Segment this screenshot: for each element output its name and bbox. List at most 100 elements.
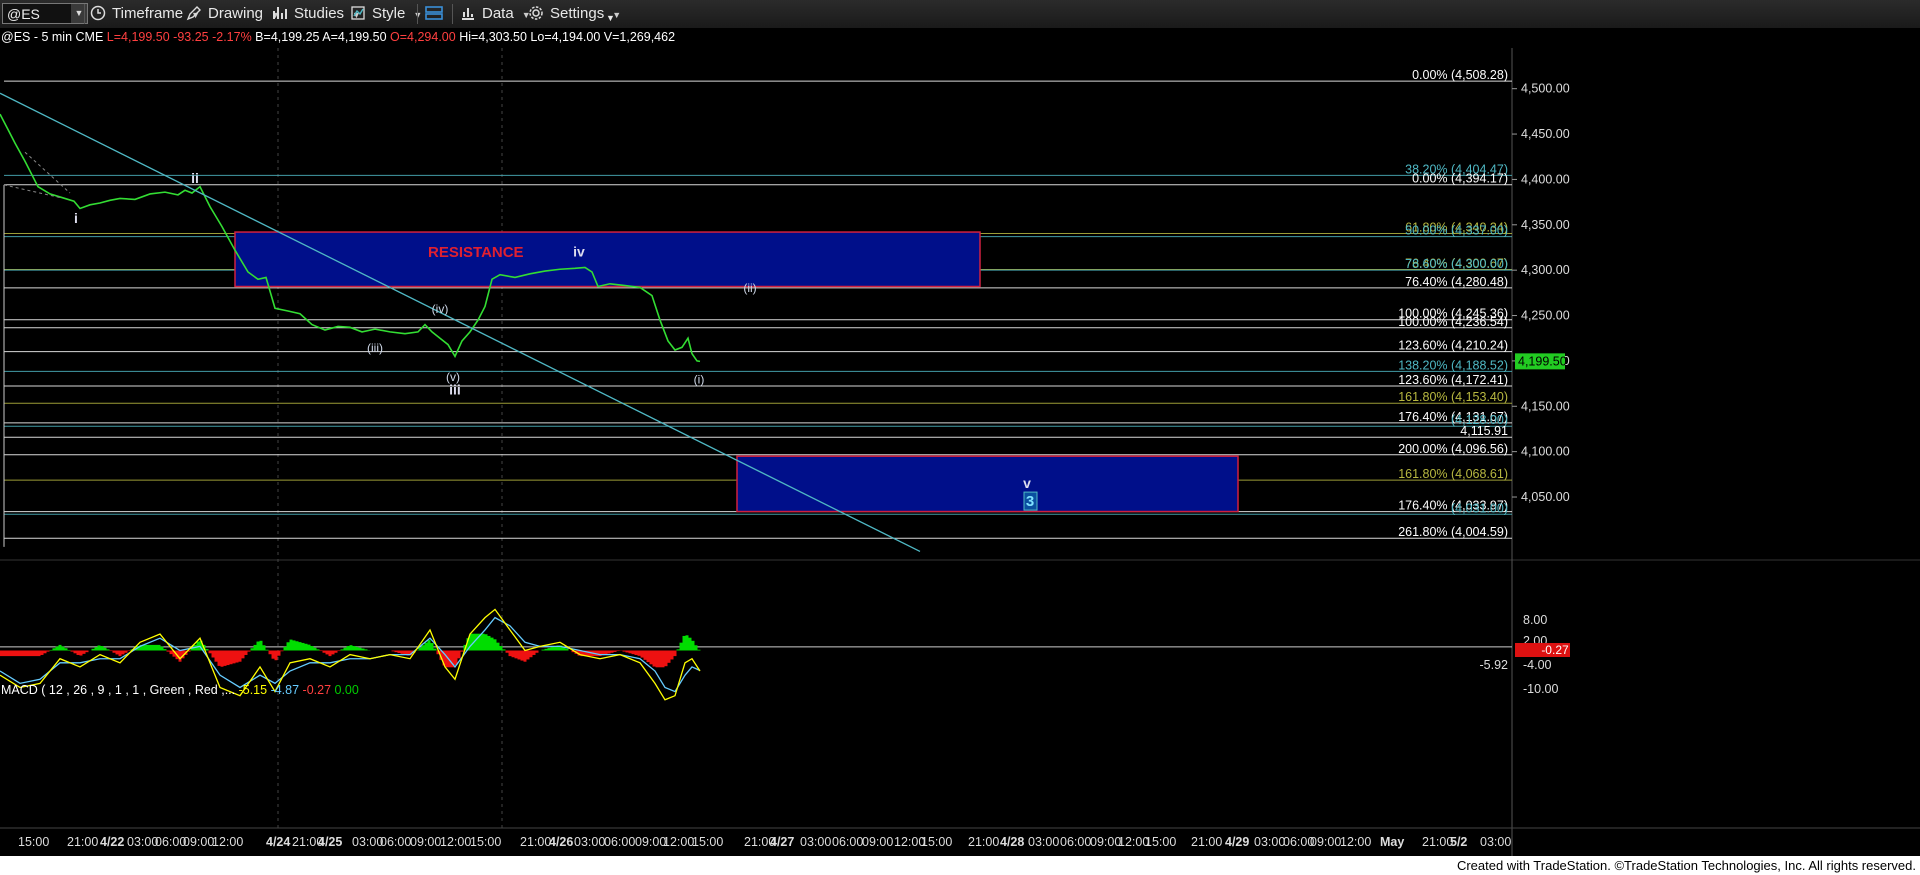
wave-label: i (74, 210, 78, 226)
fib-level-label: 200.00% (4,096.56) (1398, 442, 1508, 456)
fib-level-label: 0.00% (4,508.28) (1412, 68, 1508, 82)
price-tick-label: 4,300.00 (1521, 263, 1570, 277)
price-tick-label: 4,100.00 (1521, 445, 1570, 459)
toolbar-overflow-icon[interactable]: ▼ (606, 8, 615, 28)
drawing-label: Drawing (208, 5, 264, 22)
studies-menu[interactable]: Studies ▼ (272, 4, 361, 24)
time-tick-label: 03:00 (574, 835, 605, 849)
fib-level-label: 100.00% (4,236.54) (1398, 315, 1508, 329)
time-tick-label: 06:00 (155, 835, 186, 849)
fib-level-label: 78.60% (4,300.00) (1405, 257, 1508, 271)
fib-level-label: 123.60% (4,172.41) (1398, 373, 1508, 387)
time-tick-label: 15:00 (1145, 835, 1176, 849)
fib-level-label: 0.00% (4,394.17) (1412, 172, 1508, 186)
time-tick-label: 06:00 (1060, 835, 1091, 849)
macd-tick-label: -4.00 (1523, 658, 1552, 672)
info-value: Lo=4,194.00 (527, 30, 600, 44)
resistance-zone (234, 231, 981, 288)
layout-icon (425, 5, 443, 21)
info-value: Hi=4,303.50 (456, 30, 527, 44)
wave-label: (iii) (367, 341, 383, 355)
info-value: B=4,199.25 (252, 30, 320, 44)
time-tick-label: 09:00 (1310, 835, 1341, 849)
time-tick-label: 21:00 (1422, 835, 1453, 849)
macd-info-line: MACD ( 12 , 26 , 9 , 1 , 1 , Green , Red… (1, 683, 359, 697)
toolbar-separator (452, 4, 453, 24)
time-tick-label: 4/26 (549, 835, 573, 849)
price-tick-label: 4,050.00 (1521, 490, 1570, 504)
info-value: @ES - 5 min CME (1, 30, 103, 44)
macd-tick-label: 8.00 (1523, 613, 1547, 627)
wave-label: iii (449, 381, 461, 397)
toolbar-separator (84, 4, 85, 24)
time-tick-label: 12:00 (440, 835, 471, 849)
resistance-label: RESISTANCE (428, 244, 524, 261)
time-tick-label: 5/2 (1450, 835, 1467, 849)
macd-hist-value: -0.27 (1541, 643, 1569, 657)
price-tick-label: 4,450.00 (1521, 127, 1570, 141)
time-tick-label: 21:00 (968, 835, 999, 849)
time-tick-label: 12:00 (1340, 835, 1371, 849)
clock-icon (90, 5, 108, 21)
time-tick-label: 4/28 (1000, 835, 1024, 849)
wave-label: (ii) (743, 281, 756, 295)
data-label: Data (482, 5, 514, 22)
time-tick-label: 03:00 (1028, 835, 1059, 849)
time-tick-label: 09:00 (410, 835, 441, 849)
data-menu[interactable]: Data ▼ (460, 4, 531, 24)
time-tick-label: 06:00 (832, 835, 863, 849)
style-icon (350, 5, 368, 21)
info-value: -93.25 (170, 30, 209, 44)
symbol-selector[interactable]: @ES ▼ (2, 3, 88, 24)
time-tick-label: 21:00 (1191, 835, 1222, 849)
style-label: Style (372, 5, 406, 22)
time-tick-label: 06:00 (380, 835, 411, 849)
layout-button[interactable] (425, 4, 447, 24)
style-menu[interactable]: Style▼ (350, 4, 422, 24)
price-tick-label: 4,250.00 (1521, 309, 1570, 323)
fib-level-label: 161.80% (4,153.40) (1398, 390, 1508, 404)
chart-area[interactable]: 0.00% (4,508.28)38.20% (4,404.47)0.00% (… (0, 28, 1920, 856)
price-tick-label: 4,350.00 (1521, 218, 1570, 232)
time-tick-label: 4/29 (1225, 835, 1249, 849)
target-zone (736, 455, 1239, 513)
time-tick-label: 4/22 (100, 835, 124, 849)
wave-label: (iv) (432, 302, 449, 316)
studies-label: Studies (294, 5, 345, 22)
drawing-menu[interactable]: Drawing ▼ (186, 4, 280, 24)
time-tick-label: 12:00 (212, 835, 243, 849)
wave-label: v (1023, 475, 1031, 491)
info-value: L=4,199.50 (103, 30, 169, 44)
time-tick-label: 21:00 (520, 835, 551, 849)
time-tick-label: 09:00 (183, 835, 214, 849)
toolbar-separator (417, 4, 418, 24)
time-tick-label: 4/24 (266, 835, 290, 849)
time-tick-label: 15:00 (921, 835, 952, 849)
gear-icon (528, 5, 546, 21)
time-tick-label: 4/27 (770, 835, 794, 849)
wave-label: iv (573, 244, 585, 260)
wave-label: (v) (446, 370, 460, 384)
bar-chart-icon (460, 5, 478, 21)
info-value: O=4,294.00 (387, 30, 456, 44)
price-tick-label: 4,500.00 (1521, 82, 1570, 96)
info-value: -4.87 (267, 683, 299, 697)
info-value: -2.17% (209, 30, 252, 44)
time-tick-label: 03:00 (1254, 835, 1285, 849)
pencil-icon (186, 5, 204, 21)
timeframe-label: Timeframe (112, 5, 184, 22)
fib-level-label: 4,115.91 (1460, 424, 1508, 438)
time-tick-label: 03:00 (352, 835, 383, 849)
timeframe-menu[interactable]: Timeframe ▼ (90, 4, 200, 24)
copyright-text: Created with TradeStation. ©TradeStation… (1456, 858, 1916, 873)
toolbar: @ES ▼ Timeframe ▼ Drawing ▼ Studies ▼ Style… (0, 0, 1920, 29)
time-tick-label: 09:00 (1090, 835, 1121, 849)
footer: Created with TradeStation. ©TradeStation… (0, 856, 1920, 875)
macd-current-value: -5.92 (1480, 658, 1509, 672)
fib-level-label: 50.00% (4,337.00) (1405, 224, 1508, 238)
time-tick-label: 15:00 (470, 835, 501, 849)
fib-level-label: (4,031.00) (1451, 501, 1508, 515)
time-tick-label: May (1380, 835, 1404, 849)
time-tick-label: 06:00 (604, 835, 635, 849)
settings-label: Settings (550, 5, 605, 22)
